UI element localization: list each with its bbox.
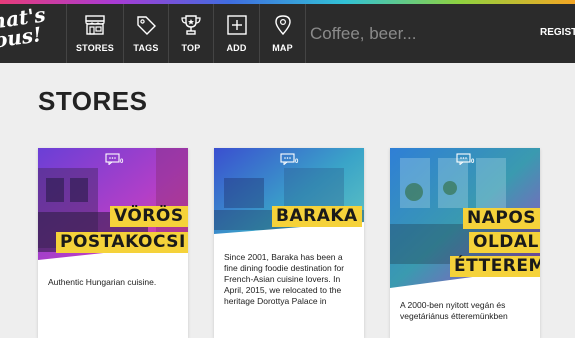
store-name-line: VÖRÖS <box>110 206 188 227</box>
search-input[interactable] <box>306 4 534 63</box>
store-name-line: BARAKA <box>272 206 362 227</box>
comment-count: 0 <box>120 159 124 165</box>
store-description: A 2000-ben nyitott vegán és vegetáriánus… <box>400 300 508 321</box>
nav-top-label: TOP <box>181 43 201 53</box>
plus-box-icon <box>226 15 247 35</box>
nav-add-label: ADD <box>226 43 247 53</box>
store-card[interactable]: 0 NAPOS OLDAL ÉTTEREM A 2000-ben nyitott… <box>390 148 540 338</box>
nav-top[interactable]: TOP <box>169 4 214 63</box>
store-name-line: NAPOS <box>463 208 540 229</box>
trophy-icon <box>181 15 201 35</box>
register-link[interactable]: REGISTER <box>540 27 575 38</box>
store-description: Authentic Hungarian cuisine. <box>48 277 157 287</box>
nav-map-label: MAP <box>272 43 293 53</box>
comment-icon <box>280 153 295 165</box>
nav-tags-label: TAGS <box>133 43 159 53</box>
store-name-line: OLDAL <box>469 232 540 253</box>
comment-icon <box>456 153 471 165</box>
nav-add[interactable]: ADD <box>214 4 260 63</box>
logo-text: That's nous! <box>0 4 47 55</box>
navbar: That's nous! STORES TAGS TOP ADD MAP Cof… <box>0 4 575 63</box>
page-title: STORES <box>38 86 148 116</box>
map-pin-icon <box>274 15 291 36</box>
store-card[interactable]: 0 VÖRÖS POSTAKOCSI Authentic Hungarian c… <box>38 148 188 338</box>
comment-icon <box>105 153 120 165</box>
store-card[interactable]: 0 BARAKA Since 2001, Baraka has been a f… <box>214 148 364 338</box>
store-name-line: ÉTTEREM <box>450 256 540 277</box>
store-name-line: POSTAKOCSI <box>56 232 188 253</box>
comment-count: 0 <box>471 159 475 165</box>
tag-icon <box>137 16 156 35</box>
storefront-icon <box>85 15 105 35</box>
nav-map[interactable]: MAP <box>260 4 306 63</box>
nav-tags[interactable]: TAGS <box>124 4 169 63</box>
logo[interactable]: That's nous! <box>0 4 67 63</box>
nav-stores[interactable]: STORES <box>67 4 124 63</box>
nav-stores-label: STORES <box>75 43 115 53</box>
comment-count: 0 <box>295 159 299 165</box>
store-description: Since 2001, Baraka has been a fine dinin… <box>224 252 345 306</box>
